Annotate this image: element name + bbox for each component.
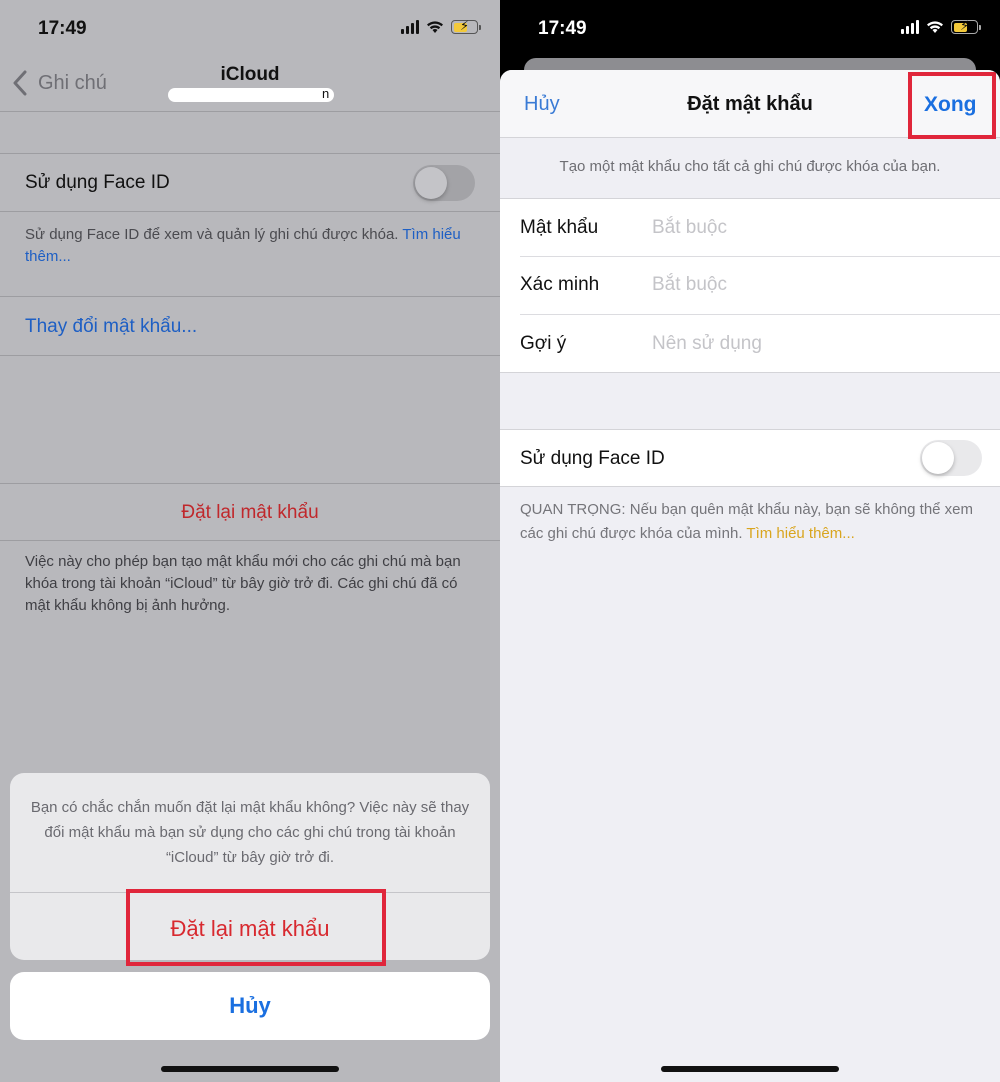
password-input[interactable]: Bắt buộc bbox=[652, 217, 727, 239]
cancel-button[interactable]: Hủy bbox=[524, 93, 560, 116]
hint-field-row[interactable]: Gợi ý Nên sử dụng bbox=[500, 315, 1000, 373]
home-indicator bbox=[661, 1066, 839, 1072]
status-icons: ⚡ bbox=[401, 19, 481, 34]
verify-input[interactable]: Bắt buộc bbox=[652, 274, 727, 296]
cellular-signal-icon bbox=[401, 20, 419, 34]
password-field-row[interactable]: Mật khẩu Bắt buộc bbox=[500, 199, 1000, 257]
face-id-label: Sử dụng Face ID bbox=[520, 448, 665, 469]
hint-input[interactable]: Nên sử dụng bbox=[652, 333, 762, 355]
face-id-label: Sử dụng Face ID bbox=[25, 172, 170, 193]
cellular-signal-icon bbox=[901, 20, 919, 34]
highlight-box bbox=[908, 72, 996, 139]
chevron-left-icon bbox=[13, 70, 27, 96]
face-id-row: Sử dụng Face ID bbox=[500, 429, 1000, 487]
face-id-row: Sử dụng Face ID bbox=[0, 153, 500, 212]
back-button[interactable]: Ghi chú bbox=[12, 70, 107, 96]
left-screen: 17:49 ⚡ Ghi chú iCloud n Sử dụng Face ID… bbox=[0, 0, 500, 1082]
face-id-description: Sử dụng Face ID để xem và quản lý ghi ch… bbox=[25, 226, 461, 265]
face-id-note: QUAN TRỌNG: Nếu bạn quên mật khẩu này, b… bbox=[520, 501, 974, 542]
info-text: Tạo một mật khẩu cho tất cả ghi chú được… bbox=[559, 158, 941, 175]
hint-label: Gợi ý bbox=[520, 333, 567, 354]
back-label: Ghi chú bbox=[38, 71, 107, 94]
action-sheet-cancel-label: Hủy bbox=[229, 993, 271, 1018]
redaction-mark bbox=[168, 88, 334, 102]
learn-more-link[interactable]: Tìm hiểu thêm... bbox=[746, 525, 854, 542]
battery-charging-icon: ⚡ bbox=[451, 19, 481, 34]
verify-label: Xác minh bbox=[520, 274, 600, 295]
set-password-sheet: Hủy Đặt mật khẩu Xong Tạo một mật khẩu c… bbox=[500, 70, 1000, 1082]
status-icons: ⚡ bbox=[901, 19, 981, 34]
highlight-box bbox=[126, 889, 386, 966]
home-indicator bbox=[161, 1066, 339, 1072]
status-time: 17:49 bbox=[538, 18, 587, 39]
right-screen: 17:49 ⚡ Hủy Đặt mật khẩu Xong Tạo một mậ… bbox=[500, 0, 1000, 1082]
change-password-row[interactable]: Thay đổi mật khẩu... bbox=[0, 296, 500, 356]
action-sheet-message: Bạn có chắc chắn muốn đặt lại mật khẩu k… bbox=[30, 799, 470, 866]
nav-subtitle: n bbox=[322, 86, 330, 101]
face-id-toggle[interactable] bbox=[413, 165, 475, 201]
action-sheet-cancel-button[interactable]: Hủy bbox=[10, 972, 490, 1040]
password-form: Mật khẩu Bắt buộc Xác minh Bắt buộc Gợi … bbox=[500, 198, 1000, 373]
wifi-icon bbox=[427, 21, 443, 33]
face-id-toggle[interactable] bbox=[920, 440, 982, 476]
reset-description: Việc này cho phép bạn tạo mật khẩu mới c… bbox=[25, 553, 461, 614]
sheet-title: Đặt mật khẩu bbox=[687, 93, 813, 115]
nav-title: iCloud bbox=[220, 64, 280, 85]
reset-password-label: Đặt lại mật khẩu bbox=[181, 502, 319, 523]
password-label: Mật khẩu bbox=[520, 217, 599, 238]
change-password-label: Thay đổi mật khẩu... bbox=[25, 316, 198, 337]
status-time: 17:49 bbox=[38, 18, 87, 39]
reset-password-row[interactable]: Đặt lại mật khẩu bbox=[0, 483, 500, 541]
battery-charging-icon: ⚡ bbox=[951, 19, 981, 34]
wifi-icon bbox=[927, 21, 943, 33]
verify-field-row[interactable]: Xác minh Bắt buộc bbox=[500, 257, 1000, 315]
